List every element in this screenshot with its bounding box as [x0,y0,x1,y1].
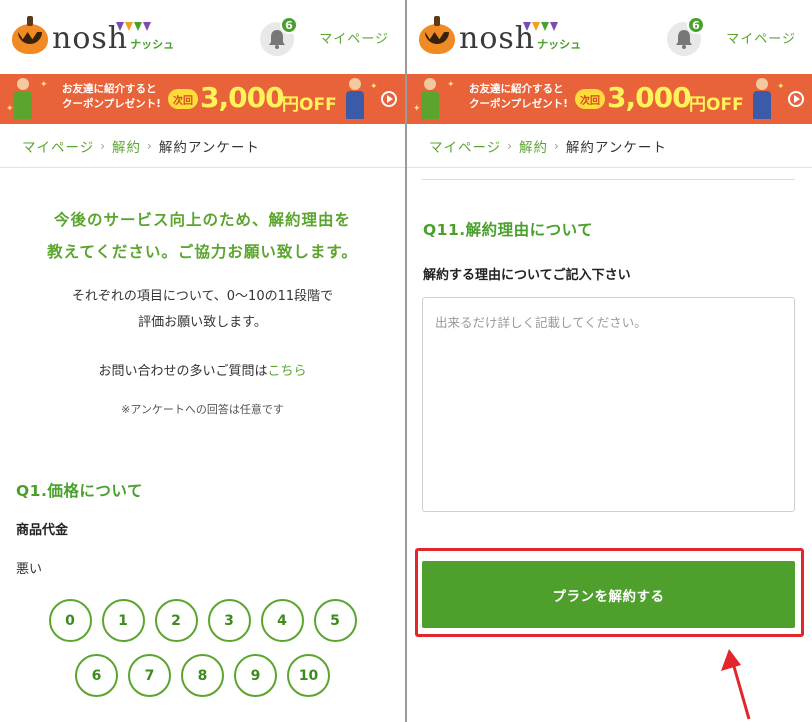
faq-link[interactable]: こちら [268,364,307,379]
breadcrumb-separator-icon: › [100,138,107,153]
rating-button-0[interactable]: 0 [48,599,92,642]
rating-button-2[interactable]: 2 [154,599,198,642]
question-title: Q1.価格について [16,482,143,500]
right-screen: nosh ナッシュ 6 マイページ ✦ ✦ お友達に紹介すると クーポンプレゼン… [407,0,812,722]
breadcrumb: マイページ › 解約 › 解約アンケート [0,124,405,168]
notification-badge: 6 [687,16,705,34]
play-icon[interactable] [381,91,397,107]
cancel-reason-textarea[interactable] [422,297,795,512]
logo-subtext: ナッシュ [130,38,175,51]
sparkle-icon: ✦ [447,80,455,90]
banner-line2: クーポンプレゼント! [469,98,568,110]
sparkle-icon: ✦ [413,104,421,114]
intro-desc-line1: それぞれの項目について、0〜10の11段階で [71,289,334,304]
breadcrumb-cancel[interactable]: 解約 [519,136,548,156]
nosh-logo[interactable]: nosh ナッシュ [419,14,581,54]
survey-intro: 今後のサービス向上のため、解約理由を 教えてください。ご協力お願い致します。 そ… [0,168,405,417]
breadcrumb-current: 解約アンケート [158,139,260,156]
banner-next-badge: 次回 [575,89,605,109]
banner-line1: お友達に紹介すると [469,83,564,95]
rating-button-6[interactable]: 6 [75,654,118,697]
app-header: nosh ナッシュ 6 マイページ [0,0,405,74]
left-screen: nosh ナッシュ 6 マイページ ✦ ✦ お友達に紹介すると クーポンプレゼン… [0,0,405,722]
intro-title-line1: 今後のサービス向上のため、解約理由を [53,211,351,229]
breadcrumb-separator-icon: › [147,138,153,153]
optional-note: ※アンケートへの回答は任意です [121,403,284,416]
banner-text: お友達に紹介すると クーポンプレゼント! [469,82,568,112]
app-header: nosh ナッシュ 6 マイページ [407,0,812,74]
rating-button-5[interactable]: 5 [313,599,357,642]
breadcrumb-mypage[interactable]: マイページ [22,136,94,156]
banner-suffix: 円OFF [689,95,744,115]
arrow-annotation-icon [721,649,751,720]
intro-desc-line2: 評価お願い致します。 [138,315,267,330]
section-divider [422,179,795,180]
banner-line1: お友達に紹介すると [62,83,157,95]
breadcrumb: マイページ › 解約 › 解約アンケート [407,124,812,168]
intro-description: それぞれの項目について、0〜10の11段階で 評価お願い致します。 [0,284,405,336]
breadcrumb-mypage[interactable]: マイページ [429,136,501,156]
banner-amount: 3,000 [607,81,692,114]
referral-banner[interactable]: ✦ ✦ お友達に紹介すると クーポンプレゼント! 次回 3,000 円OFF ✦ [407,74,812,124]
rating-row-1: 0 1 2 3 4 5 [0,599,405,642]
question-label: 解約する理由についてご記入下さい [423,268,631,283]
rating-button-8[interactable]: 8 [181,654,224,697]
breadcrumb-cancel[interactable]: 解約 [112,136,141,156]
person-illustration-icon [12,78,34,120]
pumpkin-icon [419,16,455,54]
bunting-flags-icon [116,22,156,32]
person-illustration-icon [344,78,366,120]
banner-text: お友達に紹介すると クーポンプレゼント! [62,82,161,112]
breadcrumb-separator-icon: › [554,138,560,153]
banner-line2: クーポンプレゼント! [62,98,161,110]
person-illustration-icon [751,78,773,120]
banner-suffix: 円OFF [282,95,337,115]
referral-banner[interactable]: ✦ ✦ お友達に紹介すると クーポンプレゼント! 次回 3,000 円OFF ✦ [0,74,405,124]
breadcrumb-current: 解約アンケート [565,139,667,156]
banner-amount: 3,000 [200,81,285,114]
sparkle-icon: ✦ [370,82,378,92]
faq-text: お問い合わせの多いご質問は [98,364,268,379]
mypage-link[interactable]: マイページ [319,28,389,47]
faq-line: お問い合わせの多いご質問はこちら [0,360,405,379]
mypage-link[interactable]: マイページ [726,28,796,47]
pumpkin-icon [12,16,48,54]
sparkle-icon: ✦ [777,82,785,92]
rating-button-3[interactable]: 3 [207,599,251,642]
notification-button[interactable]: 6 [260,16,298,56]
sparkle-icon: ✦ [40,80,48,90]
notification-button[interactable]: 6 [667,16,705,56]
bunting-flags-icon [523,22,563,32]
rating-button-4[interactable]: 4 [260,599,304,642]
notification-badge: 6 [280,16,298,34]
question-title: Q11.解約理由について [423,221,594,239]
question-label: 商品代金 [16,523,69,538]
rating-button-10[interactable]: 10 [287,654,330,697]
sparkle-icon: ✦ [6,104,14,114]
intro-title-line2: 教えてください。ご協力お願い致します。 [47,243,358,261]
rating-button-1[interactable]: 1 [101,599,145,642]
logo-subtext: ナッシュ [537,38,582,51]
nosh-logo[interactable]: nosh ナッシュ [12,14,174,54]
rating-button-7[interactable]: 7 [128,654,171,697]
play-icon[interactable] [788,91,804,107]
person-illustration-icon [419,78,441,120]
banner-next-badge: 次回 [168,89,198,109]
cancel-plan-button[interactable]: プランを解約する [422,561,795,628]
rating-button-9[interactable]: 9 [234,654,277,697]
breadcrumb-separator-icon: › [507,138,514,153]
rating-row-2: 6 7 8 9 10 [0,654,405,697]
scale-low-label: 悪い [16,562,43,577]
